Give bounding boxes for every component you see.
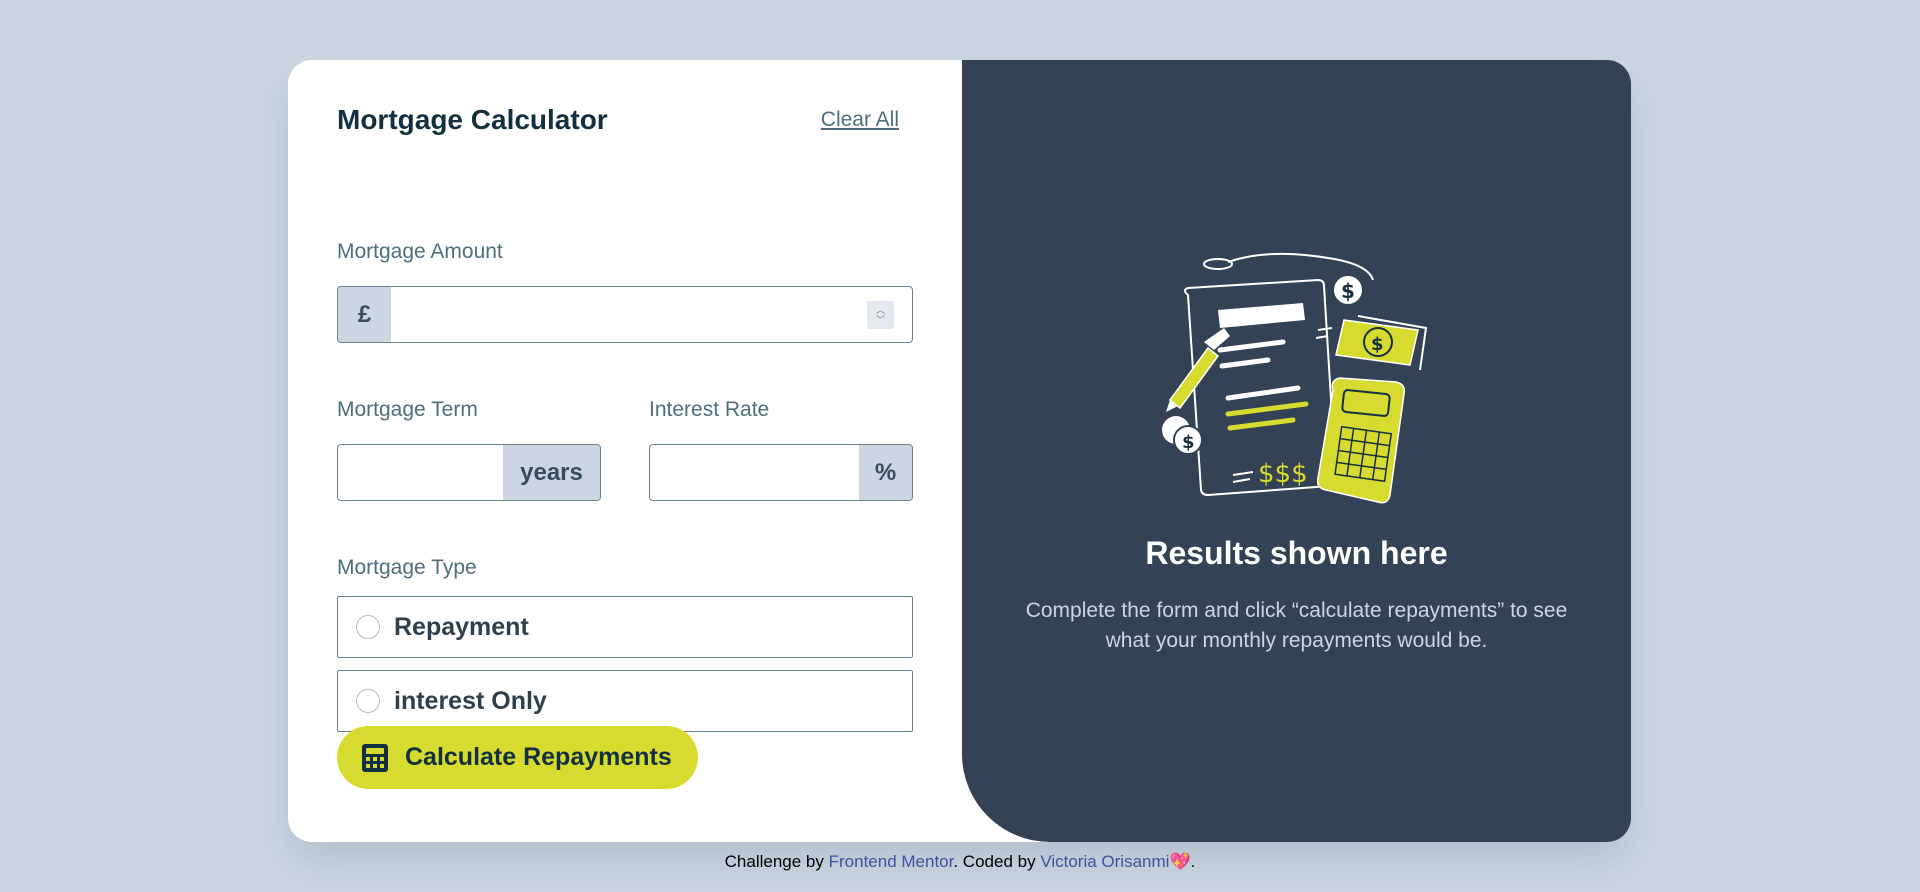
calculate-repayments-label: Calculate Repayments xyxy=(405,743,672,771)
mortgage-amount-input[interactable] xyxy=(391,287,867,342)
term-suffix: years xyxy=(503,445,600,500)
calculator-card: Mortgage Calculator Clear All Mortgage A… xyxy=(288,60,1631,842)
frontend-mentor-link[interactable]: Frontend Mentor xyxy=(829,852,954,871)
empty-results-illustration: $$$ $ $ $ xyxy=(1162,252,1428,504)
mortgage-amount-label: Mortgage Amount xyxy=(337,240,503,263)
percent-suffix: % xyxy=(859,445,912,500)
footer-prefix: Challenge by xyxy=(724,852,829,871)
author-link[interactable]: Victoria Orisanmi xyxy=(1040,852,1169,871)
svg-text:$$$: $$$ xyxy=(1258,459,1308,489)
mortgage-term-input[interactable] xyxy=(338,445,503,500)
results-description: Complete the form and click “calculate r… xyxy=(1025,599,1568,652)
svg-text:$: $ xyxy=(1371,334,1384,355)
mortgage-type-label: Mortgage Type xyxy=(337,556,477,579)
currency-prefix: £ xyxy=(338,287,391,342)
radio-circle[interactable] xyxy=(356,689,380,713)
results-panel: $$$ $ $ $ Results shown here Complete th… xyxy=(962,60,1631,842)
calculator-icon xyxy=(362,743,388,772)
interest-rate-input[interactable] xyxy=(650,445,859,500)
radio-circle[interactable] xyxy=(356,615,380,639)
radio-label-interest-only: interest Only xyxy=(394,686,547,715)
footer-suffix: . xyxy=(1190,852,1196,871)
spinner-down-icon[interactable]: ﹀ xyxy=(876,315,885,325)
calculate-repayments-button[interactable]: Calculate Repayments xyxy=(337,726,698,789)
attribution-footer: Challenge by Frontend Mentor. Coded by V… xyxy=(0,852,1920,872)
heart-icon: 💖 xyxy=(1169,852,1191,871)
footer-middle: . Coded by xyxy=(953,852,1041,871)
clear-all-button[interactable]: Clear All xyxy=(821,108,899,132)
form-panel: Mortgage Calculator Clear All Mortgage A… xyxy=(288,60,962,842)
form-header: Mortgage Calculator Clear All xyxy=(337,104,911,136)
mortgage-amount-field: £ ︿ ﹀ xyxy=(337,286,913,343)
radio-interest-only[interactable]: interest Only xyxy=(337,670,913,732)
page-title: Mortgage Calculator xyxy=(337,104,608,135)
radio-repayment[interactable]: Repayment xyxy=(337,596,913,658)
spinner-up-icon[interactable]: ︿ xyxy=(876,305,885,315)
mortgage-term-label: Mortgage Term xyxy=(337,398,478,421)
results-title: Results shown here xyxy=(1145,535,1448,571)
interest-rate-field: % xyxy=(649,444,913,501)
svg-text:$: $ xyxy=(1341,279,1355,303)
number-spinner[interactable]: ︿ ﹀ xyxy=(867,300,894,329)
mortgage-term-field: years xyxy=(337,444,601,501)
radio-label-repayment: Repayment xyxy=(394,612,529,641)
interest-rate-label: Interest Rate xyxy=(649,398,770,421)
svg-text:$: $ xyxy=(1182,432,1195,453)
